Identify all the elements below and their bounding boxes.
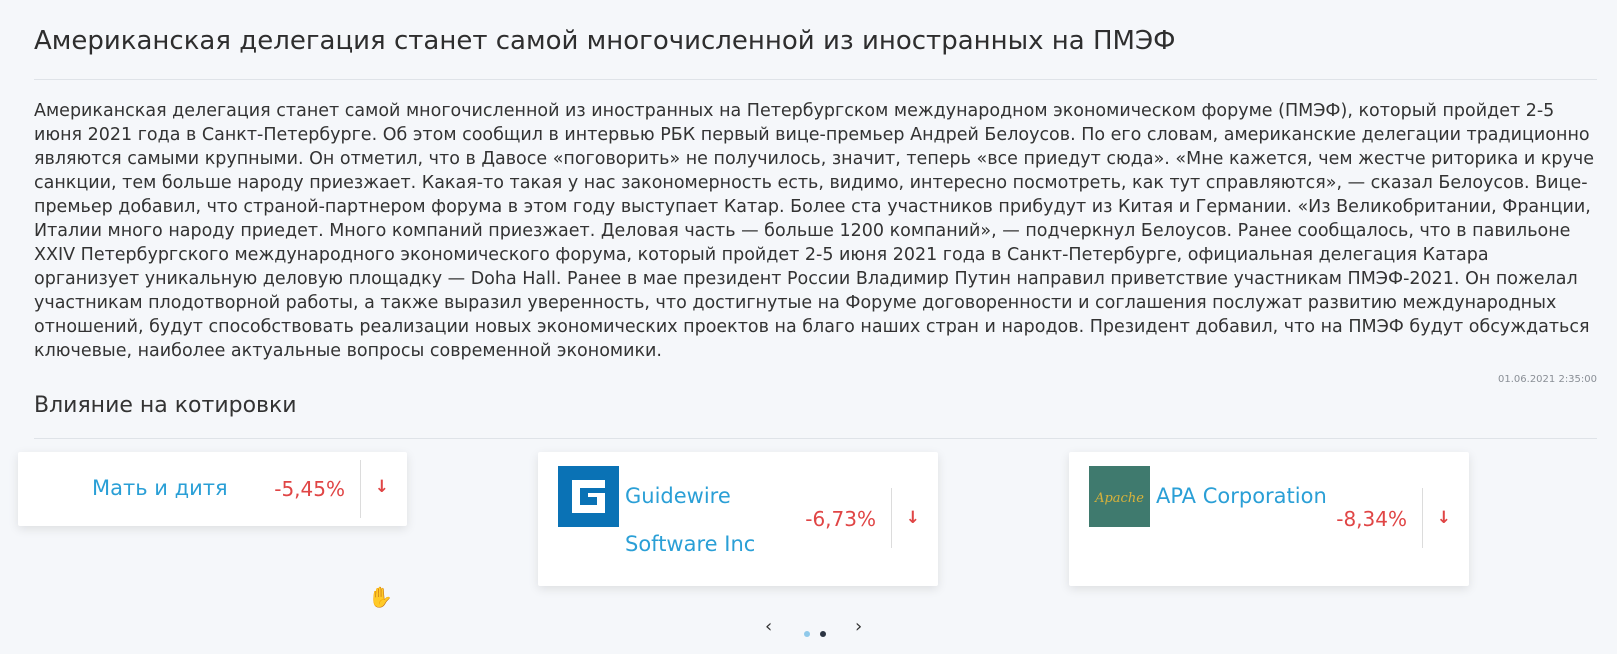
card-separator bbox=[1422, 488, 1423, 548]
page: Американская делегация станет самой мног… bbox=[0, 0, 1617, 654]
price-change: -5,45% bbox=[274, 477, 345, 501]
apache-logo-icon: Apache bbox=[1089, 466, 1150, 527]
chevron-left-icon[interactable]: ‹ bbox=[765, 618, 772, 636]
price-change: -8,34% bbox=[1336, 507, 1407, 531]
company-name-text: APA Corporation bbox=[1156, 484, 1327, 508]
quote-card: Apache APA Corporation -8,34% ↓ bbox=[1069, 452, 1469, 586]
apache-logo-text: Apache bbox=[1094, 491, 1144, 506]
card-separator bbox=[360, 460, 361, 518]
arrow-down-icon: ↓ bbox=[905, 508, 920, 528]
title-divider bbox=[34, 79, 1597, 80]
company-link[interactable]: Apache APA Corporation bbox=[1089, 466, 1329, 527]
quotes-section-title: Влияние на котировки bbox=[34, 393, 297, 418]
chevron-right-icon[interactable]: › bbox=[855, 618, 862, 636]
news-timestamp: 01.06.2021 2:35:00 bbox=[1498, 374, 1597, 385]
company-link[interactable]: Мать и дитя bbox=[92, 466, 228, 510]
arrow-down-icon: ↓ bbox=[374, 477, 389, 497]
price-change: -6,73% bbox=[805, 507, 876, 531]
hand-cursor-icon: ✋ bbox=[368, 585, 393, 609]
carousel-dot-1[interactable] bbox=[804, 631, 810, 637]
carousel-dot-2[interactable] bbox=[820, 631, 826, 637]
arrow-down-icon: ↓ bbox=[1436, 508, 1451, 528]
company-link[interactable]: Guidewire Software Inc bbox=[558, 466, 798, 568]
news-body: Американская делегация станет самой мног… bbox=[34, 101, 1594, 361]
quote-card: Мать и дитя -5,45% ↓ bbox=[18, 452, 407, 526]
guidewire-logo-icon bbox=[558, 466, 619, 527]
news-title: Американская делегация станет самой мног… bbox=[34, 26, 1176, 56]
card-separator bbox=[891, 488, 892, 548]
company-name-text: Guidewire Software Inc bbox=[625, 484, 756, 556]
section-divider bbox=[34, 438, 1597, 439]
quote-card: Guidewire Software Inc -6,73% ↓ bbox=[538, 452, 938, 586]
